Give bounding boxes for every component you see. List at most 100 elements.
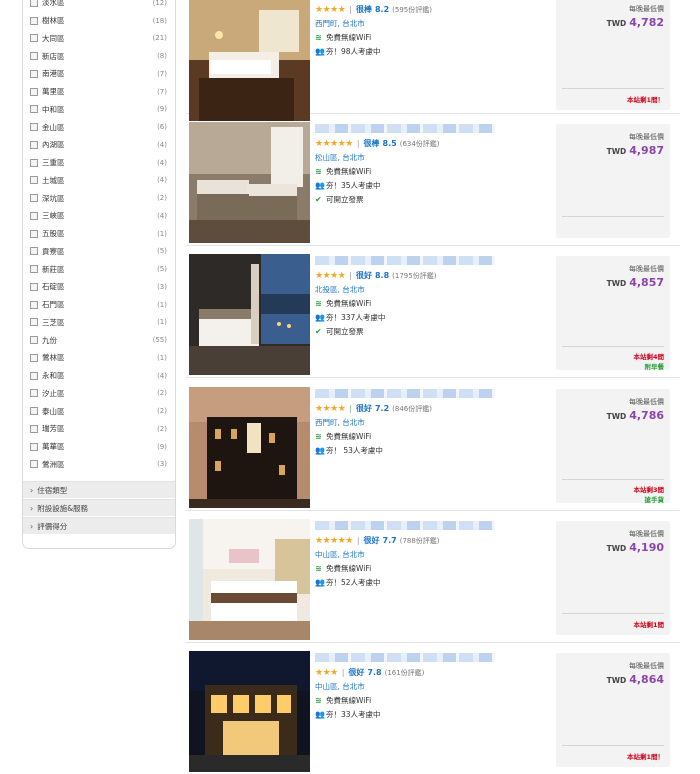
- district-option[interactable]: 萬里區 (7): [23, 83, 175, 101]
- checkbox[interactable]: [30, 176, 38, 185]
- deal-tag: 附早餐: [644, 363, 665, 371]
- checkbox[interactable]: [30, 460, 38, 469]
- price-box[interactable]: 每晚最低價 TWD 4,987: [556, 124, 670, 238]
- hotel-location-link[interactable]: 松山區, 台北市: [315, 152, 551, 163]
- price-box[interactable]: 每晚最低價 TWD 4,786 本站剩3間 搶手貨: [556, 389, 670, 504]
- district-option[interactable]: 石門區 (1): [23, 296, 175, 314]
- hotel-name-link[interactable]: [315, 521, 495, 530]
- district-count: (12): [152, 0, 167, 7]
- hotel-name-link[interactable]: [315, 256, 495, 265]
- hotel-photo[interactable]: [189, 651, 310, 772]
- filter-accommodation-type[interactable]: › 住宿類型: [23, 481, 175, 498]
- checkbox[interactable]: [30, 318, 38, 327]
- checkbox[interactable]: [30, 158, 38, 167]
- checkbox[interactable]: [30, 247, 38, 256]
- district-option[interactable]: 樹林區 (18): [23, 12, 175, 30]
- checkbox[interactable]: [30, 140, 38, 149]
- checkbox[interactable]: [30, 407, 38, 416]
- filter-label: 評價得分: [37, 521, 68, 531]
- filter-review-score[interactable]: › 評價得分: [23, 517, 175, 534]
- district-option[interactable]: 瑞芳區 (2): [23, 420, 175, 438]
- checkbox[interactable]: [30, 282, 38, 291]
- hotel-photo[interactable]: [189, 519, 310, 640]
- district-option[interactable]: 深坑區 (2): [23, 189, 175, 207]
- district-option[interactable]: 汐止區 (2): [23, 385, 175, 403]
- checkbox[interactable]: [30, 52, 38, 61]
- hotel-photo[interactable]: [189, 122, 310, 243]
- hotel-location-link[interactable]: 西門町, 台北市: [315, 18, 551, 29]
- checkbox[interactable]: [30, 211, 38, 220]
- district-option[interactable]: 金山區 (6): [23, 118, 175, 136]
- hotel-photo[interactable]: [189, 254, 310, 375]
- checkbox[interactable]: [30, 87, 38, 96]
- district-option[interactable]: 泰山區 (2): [23, 402, 175, 420]
- hotel-card[interactable]: ★★★ | 很好 7.8 (161份評鑑) 中山區, 台北市 ≋ 免費無線WiFi 👥 夯！33人…: [186, 647, 680, 774]
- review-count-link[interactable]: (846份評鑑): [392, 404, 432, 414]
- hotel-card[interactable]: ★★★★ | 很好 8.8 (1795份評鑑) 北投區, 台北市 ≋ 免費無線WiFi 👥 夯！3…: [186, 250, 680, 378]
- price-box[interactable]: 每晚最低價 TWD 4,190 本站剩1間: [556, 521, 670, 635]
- price-box[interactable]: 每晚最低價 TWD 4,857 本站剩4間 附早餐: [556, 256, 670, 371]
- checkbox[interactable]: [30, 424, 38, 433]
- checkbox[interactable]: [30, 105, 38, 114]
- review-count-link[interactable]: (634份評鑑): [400, 139, 440, 149]
- hotel-location-link[interactable]: 中山區, 台北市: [315, 681, 551, 692]
- filter-facilities[interactable]: › 附設設施&服務: [23, 499, 175, 516]
- district-option[interactable]: 九份 (55): [23, 331, 175, 349]
- checkbox[interactable]: [30, 336, 38, 345]
- district-option[interactable]: 內湖區 (4): [23, 136, 175, 154]
- district-option[interactable]: 五股區 (1): [23, 225, 175, 243]
- price-box[interactable]: 每晚最低價 TWD 4,782 本站剩1間！: [556, 0, 670, 110]
- hotel-name-link[interactable]: [315, 653, 495, 662]
- checkbox[interactable]: [30, 389, 38, 398]
- checkbox[interactable]: [30, 0, 38, 7]
- hotel-location-link[interactable]: 中山區, 台北市: [315, 549, 551, 560]
- hotel-card[interactable]: ★★★★★ | 很棒 8.5 (634份評鑑) 松山區, 台北市 ≋ 免費無線WiFi 👥 夯！3…: [186, 118, 680, 246]
- review-count-link[interactable]: (1795份評鑑): [392, 271, 436, 281]
- district-option[interactable]: 中和區 (9): [23, 101, 175, 119]
- checkbox[interactable]: [30, 353, 38, 362]
- district-option[interactable]: 南港區 (7): [23, 65, 175, 83]
- hotel-feature: 👥 夯！33人考慮中: [315, 709, 551, 720]
- district-option[interactable]: 土城區 (4): [23, 172, 175, 190]
- checkbox[interactable]: [30, 194, 38, 203]
- checkbox[interactable]: [30, 123, 38, 132]
- district-option[interactable]: 新店區 (8): [23, 47, 175, 65]
- district-option[interactable]: 三重區 (4): [23, 154, 175, 172]
- checkbox[interactable]: [30, 300, 38, 309]
- district-option[interactable]: 鶯林區 (1): [23, 349, 175, 367]
- district-option[interactable]: 萬華區 (9): [23, 438, 175, 456]
- checkbox[interactable]: [30, 265, 38, 274]
- rating-line: ★★★★ | 很棒 8.2 (595份評鑑): [315, 4, 551, 15]
- checkbox[interactable]: [30, 229, 38, 238]
- hotel-name-link[interactable]: [315, 389, 495, 398]
- rating-line: ★★★★★ | 很棒 8.5 (634份評鑑): [315, 138, 551, 149]
- district-option[interactable]: 鶯洲區 (3): [23, 456, 175, 474]
- price-amount: 4,987: [629, 144, 664, 157]
- review-count-link[interactable]: (788份評鑑): [400, 536, 440, 546]
- checkbox[interactable]: [30, 34, 38, 43]
- review-count-link[interactable]: (595份評鑑): [392, 5, 432, 15]
- district-option[interactable]: 貢寮區 (5): [23, 243, 175, 261]
- hotel-location-link[interactable]: 北投區, 台北市: [315, 284, 551, 295]
- hotel-card[interactable]: ★★★★ | 很好 7.2 (846份評鑑) 西門町, 台北市 ≋ 免費無線WiFi 👥 夯！ 5…: [186, 383, 680, 511]
- district-option[interactable]: 新莊區 (5): [23, 260, 175, 278]
- hotel-photo[interactable]: [189, 0, 310, 121]
- checkbox[interactable]: [30, 16, 38, 25]
- district-option[interactable]: 永和區 (4): [23, 367, 175, 385]
- checkbox[interactable]: [30, 442, 38, 451]
- checkbox[interactable]: [30, 69, 38, 78]
- divider: [562, 479, 664, 480]
- district-option[interactable]: 石碇區 (3): [23, 278, 175, 296]
- hotel-location-link[interactable]: 西門町, 台北市: [315, 417, 551, 428]
- district-option[interactable]: 三芝區 (1): [23, 314, 175, 332]
- district-option[interactable]: 大同區 (21): [23, 30, 175, 48]
- hotel-card[interactable]: ★★★★ | 很棒 8.2 (595份評鑑) 西門町, 台北市 ≋ 免費無線WiFi 👥 夯！98…: [186, 0, 680, 121]
- price-box[interactable]: 每晚最低價 TWD 4,864 本站剩1間！: [556, 653, 670, 767]
- review-count-link[interactable]: (161份評鑑): [385, 668, 425, 678]
- hotel-name-link[interactable]: [315, 124, 495, 133]
- hotel-photo[interactable]: [189, 387, 310, 508]
- district-option[interactable]: 淡水區 (12): [23, 0, 175, 12]
- district-option[interactable]: 三峽區 (4): [23, 207, 175, 225]
- hotel-card[interactable]: ★★★★★ | 很好 7.7 (788份評鑑) 中山區, 台北市 ≋ 免費無線WiFi 👥 夯！5…: [186, 515, 680, 643]
- checkbox[interactable]: [30, 371, 38, 380]
